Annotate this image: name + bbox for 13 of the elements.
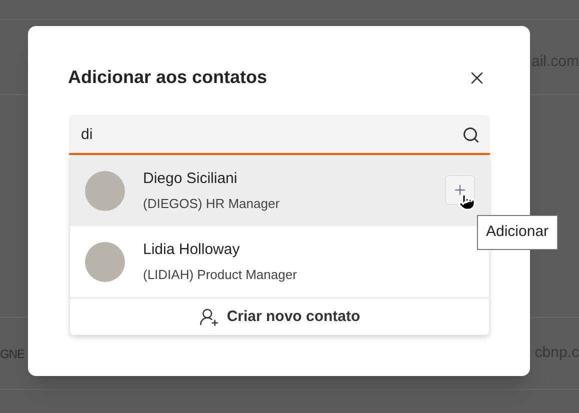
- create-contact-button[interactable]: Criar novo contato: [70, 297, 489, 335]
- plus-icon: [452, 182, 468, 198]
- avatar: [85, 242, 125, 282]
- search-icon: [462, 126, 480, 144]
- cursor-icon: [458, 193, 476, 211]
- contact-name: Diego Siciliani: [143, 169, 238, 189]
- dialog-title: Adicionar aos contatos: [68, 66, 268, 89]
- add-person-icon: [198, 307, 219, 327]
- tooltip: Adicionar: [477, 215, 558, 250]
- search-field[interactable]: di: [69, 115, 490, 155]
- contact-detail: (DIEGOS) HR Manager: [143, 194, 280, 213]
- avatar: [85, 170, 125, 210]
- contact-detail: (LIDIAH) Product Manager: [143, 266, 297, 284]
